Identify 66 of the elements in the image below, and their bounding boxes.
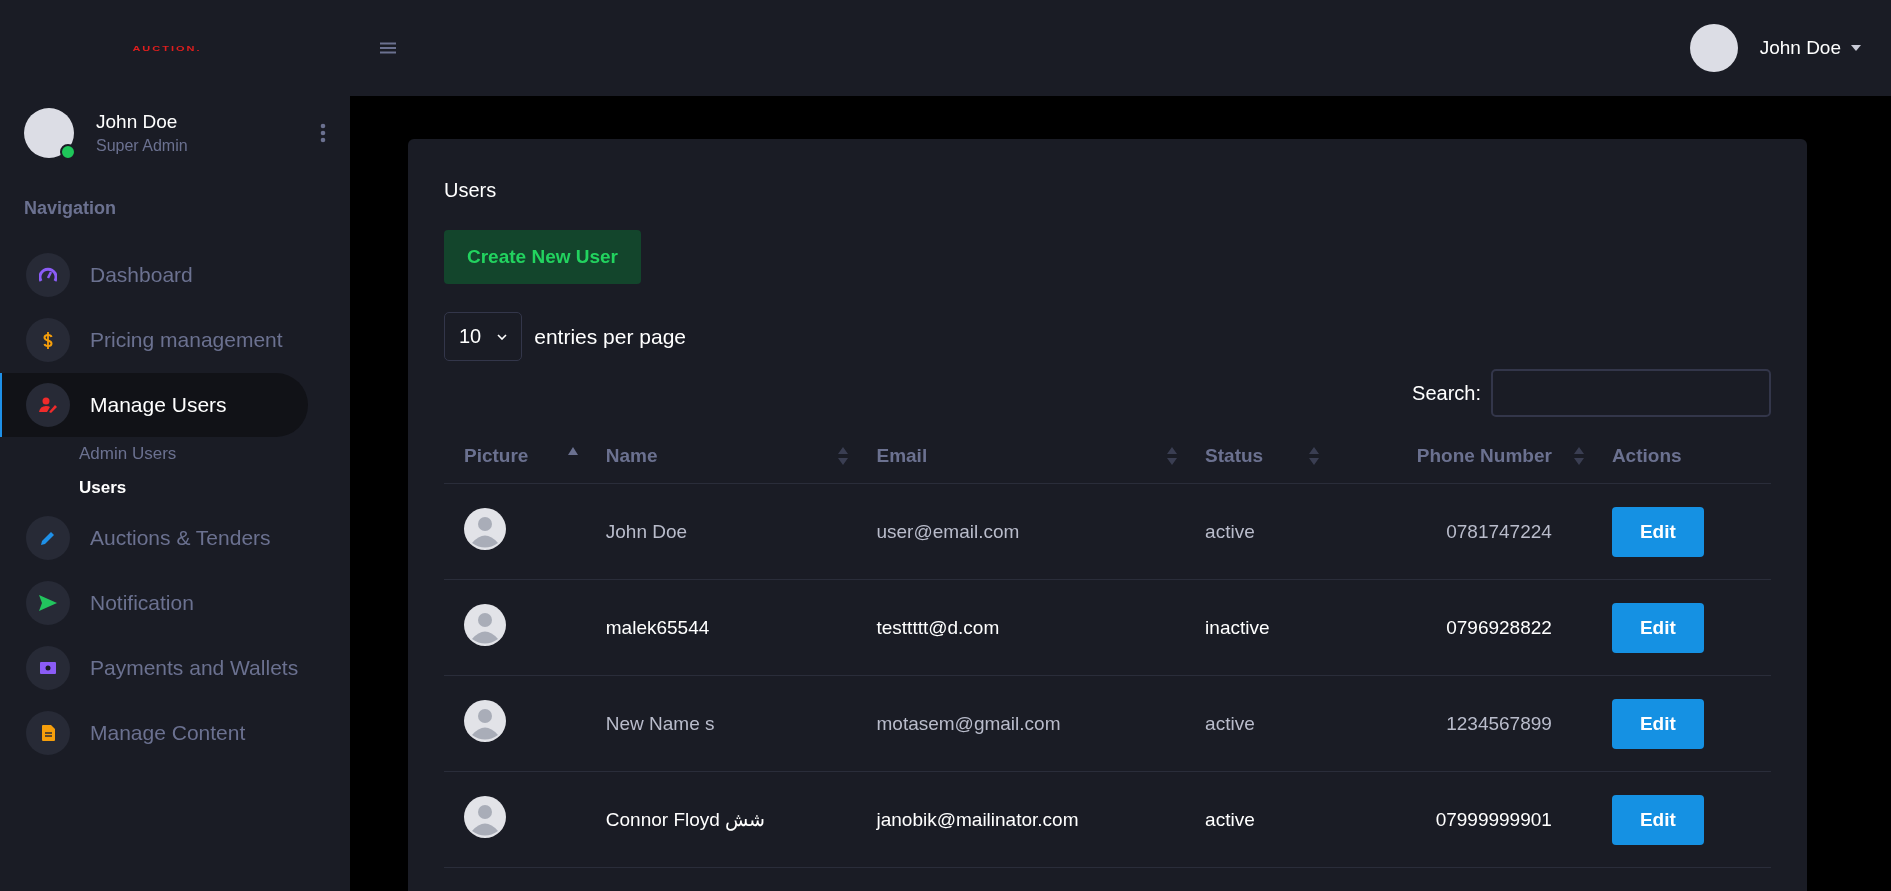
money-icon — [40, 662, 56, 674]
menu-icon[interactable] — [380, 42, 396, 54]
send-icon — [39, 595, 57, 611]
edit-button[interactable]: Edit — [1611, 602, 1704, 653]
avatar-placeholder-icon — [464, 700, 506, 742]
sort-icon — [1573, 447, 1584, 465]
search-field[interactable] — [1491, 369, 1771, 417]
avatar-placeholder-icon — [464, 604, 506, 646]
card-title: Users — [444, 179, 498, 202]
table-cell: janobik@mailinator.com — [856, 771, 1186, 868]
column-header[interactable]: Email — [856, 429, 1186, 484]
column-header[interactable]: Name — [585, 429, 857, 484]
nav-item[interactable]: Manage Users — [0, 373, 308, 437]
navigation-heading: Navigation — [23, 197, 117, 220]
search-label: Search: — [1412, 381, 1481, 405]
sort-ascending-icon — [567, 447, 578, 455]
table-cell: user@email.com — [856, 483, 1186, 580]
user-name: John Doe — [96, 111, 179, 133]
caret-icon[interactable] — [1851, 45, 1861, 51]
user-menu[interactable]: John Doe — [1759, 37, 1841, 59]
user-avatar[interactable] — [1689, 24, 1738, 72]
table-cell: 0781747224 — [1326, 483, 1592, 580]
table-cell: 1234567899 — [1326, 675, 1592, 772]
edit-button[interactable]: Edit — [1611, 698, 1704, 749]
table-cell: New Name s — [585, 675, 857, 772]
table-cell: motasem@gmail.com — [856, 675, 1186, 772]
nav-subitem[interactable]: Admin Users — [0, 438, 350, 472]
nav-item[interactable]: Pricing management — [0, 308, 308, 372]
edit-button[interactable]: Edit — [1611, 506, 1704, 557]
dollar-icon — [43, 331, 53, 349]
entries-label: entries per page — [534, 324, 687, 349]
create-user-button[interactable]: Create New User — [444, 230, 642, 284]
sort-icon — [838, 447, 849, 465]
user-edit-icon — [38, 397, 58, 413]
table-cell: Connor Floyd شش — [585, 771, 857, 868]
table-cell: 0796928822 — [1326, 579, 1592, 676]
table-cell: 07999999901 — [1326, 771, 1592, 868]
sort-icon — [1167, 447, 1178, 465]
table-cell: inactive — [1185, 579, 1327, 676]
column-header[interactable]: Picture — [444, 429, 586, 484]
gauge-icon — [39, 267, 57, 283]
nav-item[interactable]: Notification — [0, 571, 308, 635]
column-header[interactable]: Actions — [1591, 429, 1771, 484]
nav-item[interactable]: Payments and Wallets — [0, 636, 308, 700]
table-cell: active — [1185, 771, 1327, 868]
table-cell: active — [1185, 483, 1327, 580]
nav-item[interactable]: Dashboard — [0, 243, 308, 307]
nav-item[interactable]: Manage Content — [0, 701, 308, 765]
avatar-placeholder-icon — [464, 508, 506, 550]
table-cell: active — [1185, 675, 1327, 772]
column-header[interactable]: Phone Number — [1326, 429, 1592, 484]
chevron-down-icon — [497, 333, 508, 340]
page-size-select[interactable]: 10 — [444, 312, 523, 361]
edit-button[interactable]: Edit — [1611, 794, 1704, 845]
table-cell: malek65544 — [585, 579, 857, 676]
pencil-icon — [40, 530, 56, 546]
document-icon — [41, 725, 55, 741]
column-header[interactable]: Status — [1185, 429, 1327, 484]
nav-item[interactable]: Auctions & Tenders — [0, 506, 308, 570]
table-cell: testtttt@d.com — [856, 579, 1186, 676]
avatar-placeholder-icon — [464, 796, 506, 838]
nav-subitem[interactable]: Users — [0, 472, 350, 506]
table-cell: John Doe — [585, 483, 857, 580]
sort-icon — [1308, 447, 1319, 465]
user-role: Super Admin — [96, 137, 189, 155]
more-options-icon[interactable] — [320, 123, 326, 143]
